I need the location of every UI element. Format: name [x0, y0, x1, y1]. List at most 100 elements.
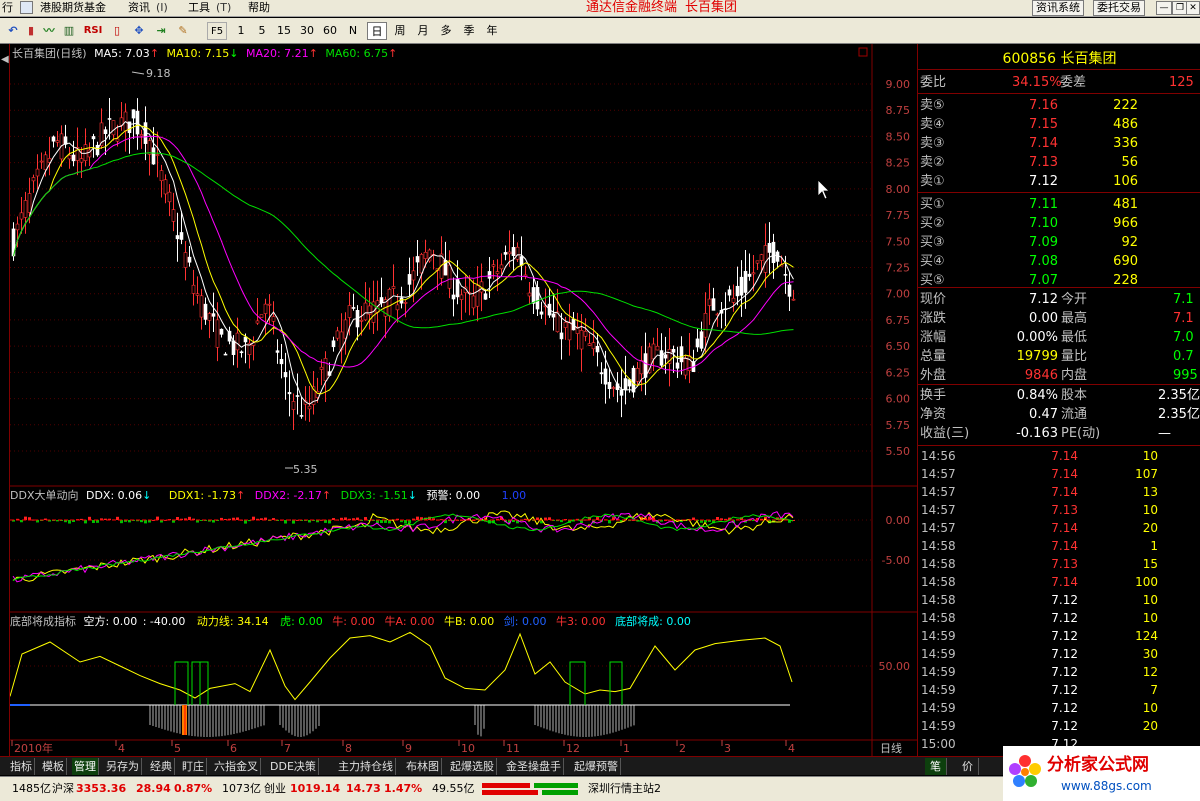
menu-item-news[interactable]: 资讯	[128, 1, 150, 15]
stat2-value: -0.163	[1016, 426, 1058, 441]
stat-row: 现价 7.12 今开 7.1	[918, 290, 1200, 309]
stat2-row: 换手 0.84% 股本 2.35亿	[918, 386, 1200, 405]
chart-canvas[interactable]: 9.00 8.75 8.50 8.25 8.00 7.75 7.50 7.25 7.00 6.75…	[9, 44, 917, 756]
menu-item-hk-futures[interactable]: 港股期货基金	[40, 1, 106, 15]
tab-5[interactable]: 盯庄	[180, 758, 207, 775]
tab-9[interactable]: 布林图	[404, 758, 442, 775]
candle-body	[203, 303, 208, 320]
bottom-tab-bar: 指标 模板 管理 另存为 经典 盯庄 六指金叉 DDE决策 主力持仓线 布林图 起爆选股 金圣操盘手起…	[0, 756, 917, 775]
minimize-icon[interactable]: —	[1156, 1, 1172, 15]
menu-item-news-key[interactable]: (I)	[156, 1, 168, 15]
menu-item-tools-key[interactable]: (T)	[216, 1, 231, 15]
tick-volume: 1	[1150, 539, 1158, 553]
ddx-bar	[156, 516, 159, 520]
period-quarter[interactable]: 季	[459, 22, 479, 40]
bid-volume: 690	[1113, 254, 1138, 269]
ask-label: 卖③	[920, 136, 945, 151]
price-tick-label: 8.25	[886, 157, 911, 170]
period-5min[interactable]: 5	[252, 22, 272, 40]
legend-stock: 长百集团(日线)	[12, 46, 87, 60]
candle-body	[199, 295, 204, 318]
tick-time: 14:58	[921, 593, 956, 607]
status-server[interactable]: 深圳行情主站2	[588, 781, 661, 797]
period-week[interactable]: 周	[390, 22, 410, 40]
ask-volume: 56	[1121, 155, 1138, 170]
candle-body	[43, 154, 48, 170]
period-n[interactable]: N	[343, 22, 363, 40]
status-hu-label: 沪深	[52, 782, 74, 795]
move-icon[interactable]: ✥	[130, 22, 148, 40]
tab-jia[interactable]: 价	[957, 758, 979, 775]
period-year[interactable]: 年	[482, 22, 502, 40]
stat-row: 外盘 9846 内盘 995	[918, 366, 1200, 385]
stat2-label2: 股本	[1061, 388, 1088, 403]
legend-up-arrow-icon: ↑	[309, 47, 318, 60]
bar-indicator-icon[interactable]: ▯	[108, 22, 126, 40]
tab-3[interactable]: 另存为	[104, 758, 142, 775]
candlestick-icon[interactable]: ▮	[22, 22, 40, 40]
candle-body	[783, 274, 788, 276]
menu-item-help[interactable]: 帮助	[248, 1, 270, 15]
export-icon[interactable]: ⇥	[152, 22, 170, 40]
window-icon[interactable]	[20, 1, 33, 14]
info-system-button[interactable]: 资讯系统	[1032, 0, 1084, 16]
ddx-bar	[24, 516, 27, 520]
ddx3-value: DDX3: -1.51	[341, 489, 408, 502]
period-multi[interactable]: 多	[436, 22, 456, 40]
vol-chart-icon[interactable]: ▥	[60, 22, 78, 40]
stat-label: 外盘	[920, 368, 947, 383]
candle-body	[695, 338, 700, 348]
pencil-icon[interactable]: ✎	[174, 22, 192, 40]
tab-1[interactable]: 模板	[40, 758, 67, 775]
line-chart-icon[interactable]: 〰	[40, 22, 58, 40]
tick-time: 14:58	[921, 539, 956, 553]
candle-body	[183, 252, 188, 268]
status-activity-bars	[482, 783, 582, 795]
price-tick-label: 7.25	[886, 262, 911, 275]
candle-body	[515, 246, 520, 260]
quote-separator	[918, 384, 1200, 385]
tick-volume: 7	[1150, 683, 1158, 697]
period-60min[interactable]: 60	[320, 22, 340, 40]
candle-body	[607, 381, 612, 390]
period-15min[interactable]: 15	[274, 22, 294, 40]
ask-price: 7.14	[1029, 136, 1058, 151]
rsi-icon[interactable]: RSI	[82, 22, 104, 40]
f5-button[interactable]: F5	[207, 22, 227, 40]
candle-body	[499, 264, 504, 270]
tab-bi[interactable]: 笔	[925, 758, 947, 775]
tick-time: 14:58	[921, 557, 956, 571]
tab-8[interactable]: 主力持仓线	[336, 758, 396, 775]
date-label: 6	[230, 742, 237, 755]
bottom-jian: 剑: 0.00	[504, 614, 547, 628]
tab-2[interactable]: 管理	[72, 758, 99, 775]
tick-time: 14:59	[921, 647, 956, 661]
tab-4[interactable]: 经典	[148, 758, 175, 775]
tab-7[interactable]: DDE决策	[268, 758, 319, 775]
tab-6[interactable]: 六指金叉	[212, 758, 261, 775]
back-arrow-icon[interactable]: ↶	[4, 22, 22, 40]
legend-ma5: MA5: 7.03	[94, 47, 150, 60]
tab-10[interactable]: 起爆选股	[448, 758, 497, 775]
ddx-bar	[244, 520, 247, 524]
close-icon[interactable]: ✕	[1186, 1, 1200, 15]
activity-bar-top	[482, 783, 530, 788]
tick-volume: 15	[1142, 557, 1158, 571]
tab-11[interactable]: 金圣操盘手	[504, 758, 564, 775]
period-day[interactable]: 日	[367, 22, 387, 40]
ask-price: 7.13	[1029, 155, 1058, 170]
menu-item-tools[interactable]: 工具	[188, 1, 210, 15]
trade-button[interactable]: 委托交易	[1093, 0, 1145, 16]
stat-row: 涨跌 0.00 最高 7.1	[918, 309, 1200, 328]
period-30min[interactable]: 30	[297, 22, 317, 40]
period-month[interactable]: 月	[413, 22, 433, 40]
candle-body	[611, 387, 616, 389]
period-1min[interactable]: 1	[231, 22, 251, 40]
stat-value: 19799	[1016, 349, 1058, 364]
ddx-name: DDX大单动向	[10, 488, 78, 502]
tab-0[interactable]: 指标	[8, 758, 35, 775]
chart-area[interactable]: 9.00 8.75 8.50 8.25 8.00 7.75 7.50 7.25 7.00 6.75…	[9, 44, 917, 756]
menu-item-hang[interactable]: 行	[2, 1, 13, 15]
tab-12[interactable]: 起爆预警	[572, 758, 621, 775]
ddx-bar	[284, 520, 287, 524]
